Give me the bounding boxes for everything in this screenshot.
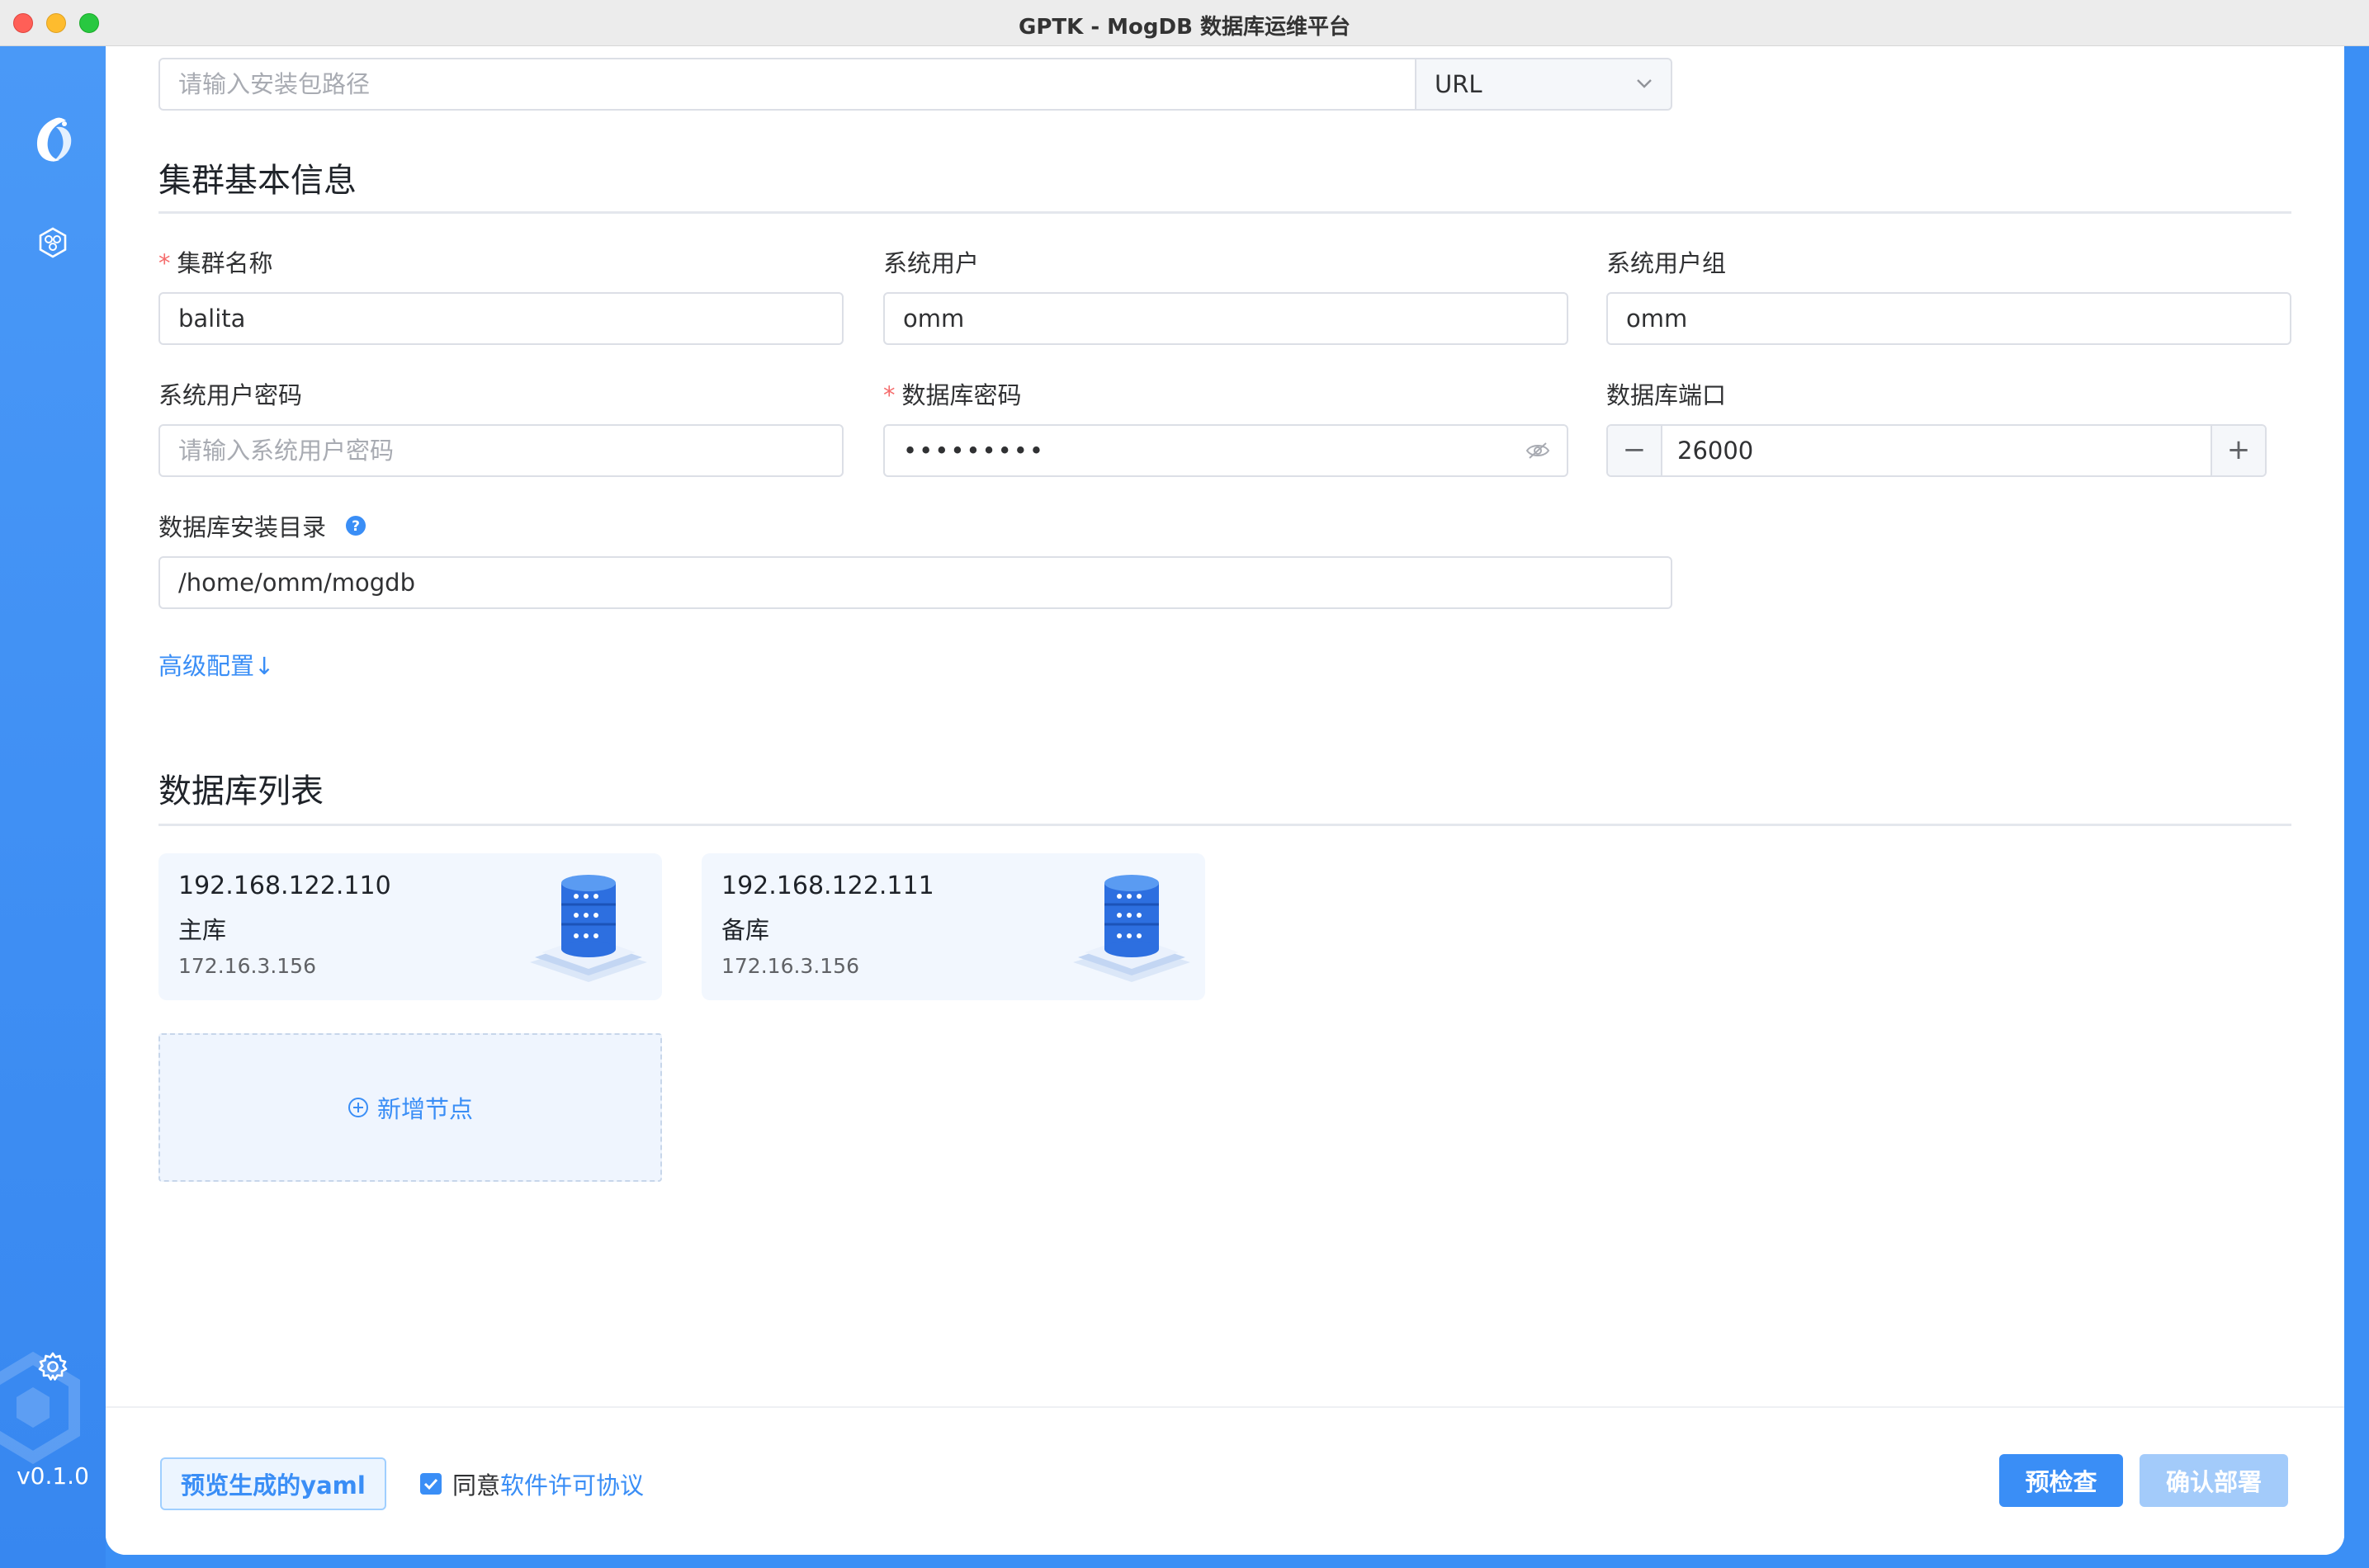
plus-circle-icon (348, 1098, 368, 1117)
svg-text:?: ? (352, 518, 360, 535)
section-divider (158, 824, 2291, 826)
database-icon (530, 875, 647, 982)
sidebar: v0.1.0 (0, 46, 106, 1568)
sys-password-label: 系统用户密码 (158, 381, 303, 409)
node-sub-ip: 172.16.3.156 (178, 954, 316, 978)
cluster-name-label: * 集群名称 (158, 244, 273, 279)
install-dir-label-text: 数据库安装目录 (158, 513, 327, 541)
chevron-down-icon (1637, 79, 1652, 88)
db-list-section-title: 数据库列表 (158, 772, 324, 810)
port-increment-button[interactable]: + (2211, 426, 2265, 475)
preview-yaml-button[interactable]: 预览生成的yaml (160, 1457, 386, 1510)
cluster-name-label-text: 集群名称 (177, 249, 273, 277)
confirm-deploy-button[interactable]: 确认部署 (2140, 1454, 2288, 1507)
agree-text: 同意 (452, 1471, 501, 1500)
precheck-button[interactable]: 预检查 (1999, 1454, 2123, 1507)
node-sub-ip: 172.16.3.156 (721, 954, 859, 978)
advanced-config-link[interactable]: 高级配置↓ (158, 647, 274, 682)
db-node-card[interactable]: 192.168.122.111 备库 172.16.3.156 (702, 853, 1205, 1000)
license-link[interactable]: 软件许可协议 (500, 1466, 644, 1501)
sys-user-label: 系统用户 (883, 249, 980, 277)
db-port-value[interactable]: 26000 (1677, 426, 1753, 475)
database-icon (1073, 875, 1190, 982)
db-password-value: ••••••••• (903, 437, 1045, 465)
sys-group-input[interactable]: omm (1606, 292, 2291, 345)
sys-password-input[interactable]: 请输入系统用户密码 (158, 424, 844, 477)
required-mark: * (158, 249, 171, 277)
version-label: v0.1.0 (17, 1462, 89, 1490)
window-title: GPTK - MogDB 数据库运维平台 (1019, 15, 1350, 40)
db-password-label: * 数据库密码 (883, 376, 1022, 411)
required-mark: * (883, 381, 896, 409)
db-port-stepper: − 26000 + (1606, 424, 2267, 477)
db-password-label-text: 数据库密码 (901, 381, 1022, 409)
db-password-input[interactable]: ••••••••• (883, 424, 1568, 477)
package-path-input[interactable]: 请输入安装包路径 (158, 58, 1416, 111)
cluster-name-input[interactable]: balita (158, 292, 844, 345)
port-decrement-button[interactable]: − (1608, 426, 1662, 475)
mogdb-logo-icon[interactable] (23, 112, 81, 170)
node-role: 主库 (178, 916, 227, 944)
main-panel: 请输入安装包路径 URL 集群基本信息 * 集群名称 balita 系统用户 om… (106, 46, 2344, 1555)
sys-user-input[interactable]: omm (883, 292, 1568, 345)
help-icon[interactable]: ? (345, 515, 366, 536)
cluster-section-title: 集群基本信息 (158, 162, 357, 200)
title-bar: GPTK - MogDB 数据库运维平台 (0, 0, 2369, 46)
source-type-value: URL (1435, 70, 1482, 98)
db-port-label: 数据库端口 (1606, 381, 1727, 409)
node-role: 备库 (721, 916, 770, 944)
db-node-card[interactable]: 192.168.122.110 主库 172.16.3.156 (158, 853, 662, 1000)
source-type-select[interactable]: URL (1415, 58, 1672, 111)
node-ip: 192.168.122.111 (721, 871, 934, 900)
install-dir-label: 数据库安装目录 ? (158, 508, 366, 543)
eye-hidden-icon[interactable] (1525, 441, 1550, 460)
checkbox-checked-icon[interactable] (419, 1472, 442, 1495)
install-dir-input[interactable]: /home/omm/mogdb (158, 556, 1672, 609)
node-ip: 192.168.122.110 (178, 871, 391, 900)
license-agreement: 同意 软件许可协议 (419, 1466, 644, 1501)
cluster-hexagon-icon[interactable] (36, 226, 69, 259)
footer-bar: 预览生成的yaml 同意 软件许可协议 预检查 确认部署 (106, 1406, 2344, 1555)
add-node-label: 新增节点 (376, 1095, 473, 1123)
section-divider (158, 211, 2291, 214)
gear-icon[interactable] (36, 1350, 69, 1383)
sys-group-label: 系统用户组 (1606, 249, 1727, 277)
add-node-button[interactable]: 新增节点 (158, 1033, 662, 1182)
